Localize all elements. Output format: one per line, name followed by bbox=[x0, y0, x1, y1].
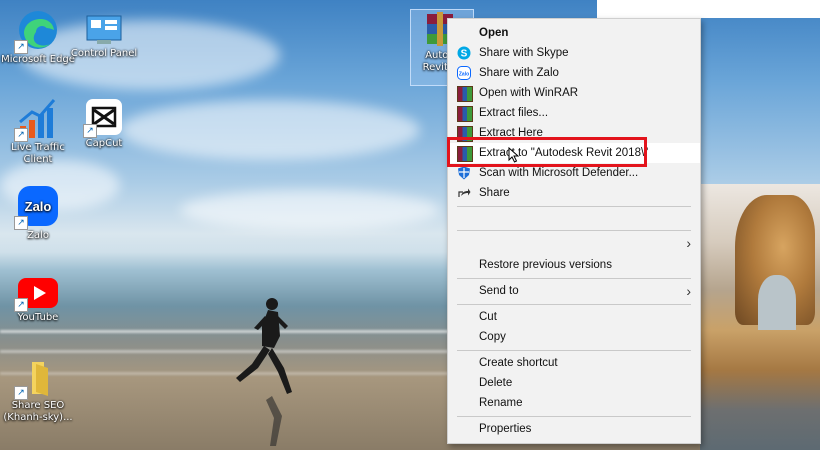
cloud bbox=[120, 100, 420, 160]
menu-item-copy[interactable]: Copy bbox=[448, 327, 700, 347]
menu-item-label: Create shortcut bbox=[479, 357, 558, 369]
chevron-right-icon: › bbox=[686, 283, 691, 299]
menu-item-restore-versions[interactable]: Restore previous versions bbox=[448, 255, 700, 275]
menu-item-cut[interactable]: Cut bbox=[448, 307, 700, 327]
svg-text:Zalo: Zalo bbox=[25, 199, 52, 214]
microsoft-edge-icon: ↗ bbox=[14, 8, 60, 54]
menu-item-label: Cut bbox=[479, 311, 497, 323]
context-menu: Open S Share with Skype Zalo Share with … bbox=[447, 18, 701, 444]
capcut-icon: ↗ bbox=[83, 98, 123, 138]
desktop-icon-youtube[interactable]: ↗ YouTube bbox=[0, 276, 76, 324]
menu-item-open[interactable]: Open bbox=[448, 23, 700, 43]
menu-item-label: Restore previous versions bbox=[479, 259, 612, 271]
menu-item-label: Rename bbox=[479, 397, 523, 409]
menu-separator bbox=[457, 230, 691, 231]
desktop-icon-label: YouTube bbox=[17, 312, 59, 323]
desktop-icon-zalo[interactable]: Zalo ↗ Zalo bbox=[0, 184, 76, 242]
menu-separator bbox=[457, 206, 691, 207]
menu-separator bbox=[457, 416, 691, 417]
menu-item-share-zalo[interactable]: Zalo Share with Zalo bbox=[448, 63, 700, 83]
cloud bbox=[180, 190, 440, 230]
menu-item-label: Share with Skype bbox=[479, 47, 569, 59]
zalo-icon: Zalo ↗ bbox=[14, 184, 60, 230]
youtube-icon: ↗ bbox=[14, 276, 60, 312]
live-traffic-client-icon: ↗ bbox=[14, 96, 60, 142]
desktop-icon-label: Control Panel bbox=[70, 48, 138, 59]
zalo-icon: Zalo bbox=[457, 66, 471, 80]
desktop-icon-label: Share SEO (Khanh-sky)... bbox=[3, 400, 73, 423]
background-window[interactable] bbox=[597, 0, 820, 18]
desktop-icon-label: CapCut bbox=[85, 138, 123, 149]
defender-shield-icon bbox=[457, 166, 471, 180]
menu-item-label: Send to bbox=[479, 285, 519, 297]
menu-item-properties[interactable]: Properties bbox=[448, 419, 700, 439]
desktop-icon-live-traffic[interactable]: ↗ Live Traffic Client bbox=[0, 96, 76, 166]
mouse-cursor-icon bbox=[508, 147, 520, 163]
menu-item-label: Extract files... bbox=[479, 107, 549, 119]
svg-text:Zalo: Zalo bbox=[459, 72, 469, 78]
desktop-icon-label: Zalo bbox=[27, 230, 49, 241]
menu-separator bbox=[457, 350, 691, 351]
menu-item-share[interactable]: Share bbox=[448, 183, 700, 203]
desktop-icon-label: Microsoft Edge bbox=[1, 54, 75, 65]
menu-item-label: Share with Zalo bbox=[479, 67, 559, 79]
menu-item-label: Open bbox=[479, 27, 509, 39]
share-icon bbox=[457, 186, 471, 200]
menu-item-label: Delete bbox=[479, 377, 513, 389]
svg-text:S: S bbox=[461, 49, 468, 60]
highlight-box bbox=[447, 137, 647, 167]
menu-item-rename[interactable]: Rename bbox=[448, 393, 700, 413]
skype-icon: S bbox=[457, 46, 471, 60]
menu-separator bbox=[457, 304, 691, 305]
winrar-icon bbox=[457, 86, 473, 102]
desktop-icon-label: Live Traffic Client bbox=[11, 142, 65, 165]
menu-item-label: Share bbox=[479, 187, 510, 199]
rock-arch-opening bbox=[758, 275, 796, 330]
menu-item-open-winrar[interactable]: Open with WinRAR bbox=[448, 83, 700, 103]
desktop-icon-capcut[interactable]: ↗ CapCut bbox=[66, 98, 142, 150]
menu-item-send-to[interactable]: Send to › bbox=[448, 281, 700, 301]
chevron-right-icon: › bbox=[686, 235, 691, 251]
menu-item-create-shortcut[interactable]: Create shortcut bbox=[448, 353, 700, 373]
control-panel-icon bbox=[85, 14, 123, 46]
menu-item-share-skype[interactable]: S Share with Skype bbox=[448, 43, 700, 63]
share-seo-folder-icon: ↗ bbox=[14, 358, 60, 400]
runner-silhouette bbox=[236, 298, 292, 446]
menu-item-label: Properties bbox=[479, 423, 532, 435]
menu-item-label: Open with WinRAR bbox=[479, 87, 579, 99]
menu-item-label: Copy bbox=[479, 331, 506, 343]
menu-separator bbox=[457, 278, 691, 279]
desktop-icon-share-seo[interactable]: ↗ Share SEO (Khanh-sky)... bbox=[0, 358, 76, 424]
desktop-icon-edge[interactable]: ↗ Microsoft Edge bbox=[0, 8, 76, 66]
winrar-icon bbox=[457, 106, 473, 122]
menu-item-delete[interactable]: Delete bbox=[448, 373, 700, 393]
desktop-icon-control-panel[interactable]: Control Panel bbox=[66, 14, 142, 60]
menu-item-blank-submenu[interactable]: › bbox=[448, 233, 700, 255]
menu-item-extract-files[interactable]: Extract files... bbox=[448, 103, 700, 123]
